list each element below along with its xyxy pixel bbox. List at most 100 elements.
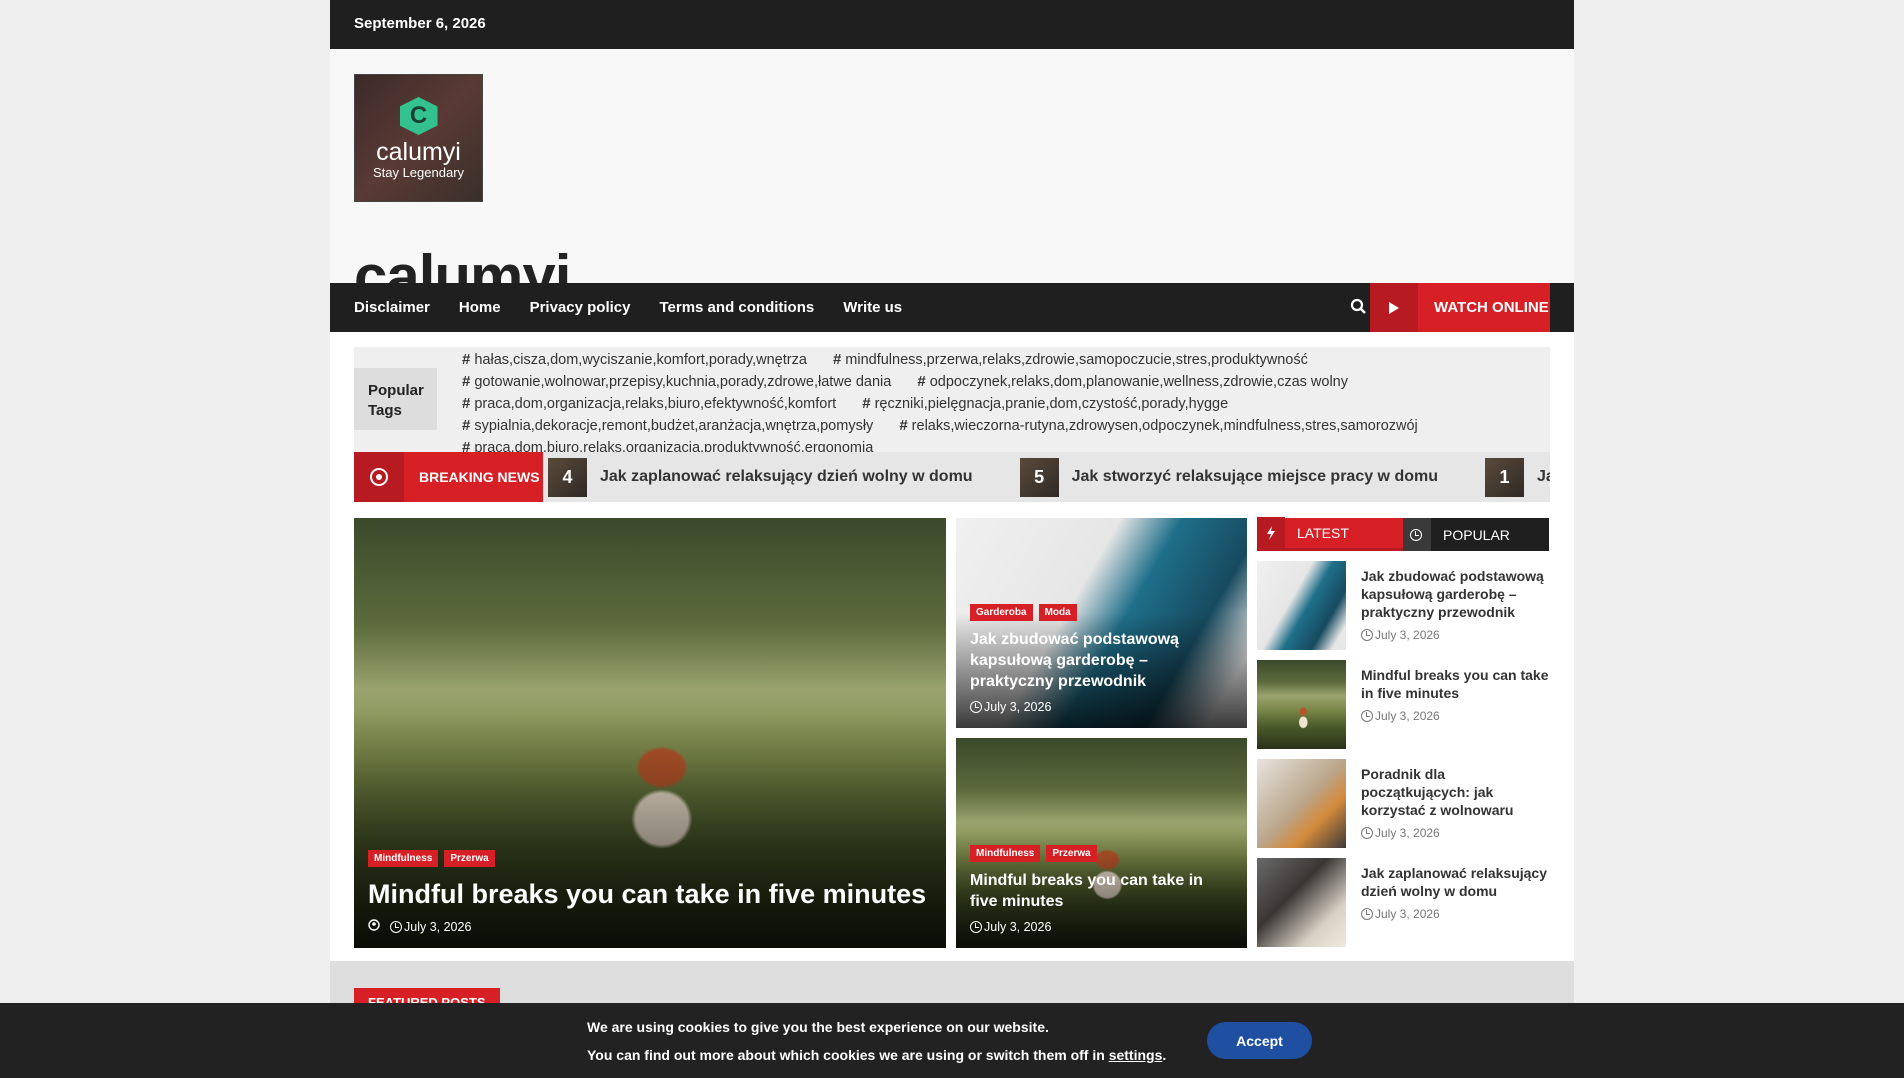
post-date: July 3, 2026 xyxy=(1361,907,1549,921)
tag-link[interactable]: # praca,dom,organizacja,relaks,biuro,efek… xyxy=(462,395,836,412)
nav-item-write-us[interactable]: Write us xyxy=(843,299,902,316)
site-logo[interactable]: C calumyi Stay Legendary xyxy=(354,74,483,202)
hash-icon: # xyxy=(832,351,842,368)
post-thumbnail[interactable] xyxy=(1257,660,1346,749)
post-date: July 3, 2026 xyxy=(970,920,1051,934)
accept-cookies-button[interactable]: Accept xyxy=(1207,1022,1312,1059)
post-thumbnail[interactable] xyxy=(1257,561,1346,650)
search-icon[interactable] xyxy=(1349,297,1369,317)
category-badge[interactable]: Przerwa xyxy=(444,850,495,867)
hash-icon: # xyxy=(917,373,926,390)
tag-link[interactable]: # relaks,wieczorna-rutyna,zdrowysen,odpoc… xyxy=(899,417,1417,434)
clock-icon xyxy=(1403,518,1431,551)
nav-item-terms[interactable]: Terms and conditions xyxy=(659,299,814,316)
hash-icon: # xyxy=(899,417,908,434)
current-date: September 6, 2026 xyxy=(354,15,486,32)
post-date: July 3, 2026 xyxy=(390,920,471,934)
tag-link[interactable]: # mindfulness,przerwa,relaks,zdrowie,samo… xyxy=(832,351,1308,368)
watch-online-label: WATCH ONLINE xyxy=(1434,299,1549,316)
hash-icon: # xyxy=(462,395,471,412)
post-thumbnail[interactable] xyxy=(1257,858,1346,947)
category-badge[interactable]: Mindfulness xyxy=(970,845,1041,862)
page-container: September 6, 2026 C calumyi Stay Legenda… xyxy=(330,0,1574,1021)
post-date: July 3, 2026 xyxy=(970,700,1051,714)
sidebar-post-title[interactable]: Poradnik dla początkujących: jak korzyst… xyxy=(1361,765,1549,819)
author-icon[interactable] xyxy=(368,919,380,934)
main-nav: Disclaimer Home Privacy policy Terms and… xyxy=(330,283,1574,332)
category-badge[interactable]: Moda xyxy=(1038,604,1077,621)
breaking-news-label: BREAKING NEWS xyxy=(354,452,543,502)
post-thumbnail[interactable] xyxy=(1257,759,1346,848)
sidebar-post-title[interactable]: Mindful breaks you can take in five minu… xyxy=(1361,666,1549,702)
sidebar-widget: LATEST POPULAR Jak zbudować podstawową k… xyxy=(1257,516,1549,948)
tab-popular[interactable]: POPULAR xyxy=(1403,518,1549,551)
sidebar-post[interactable]: Jak zaplanować relaksujący dzień wolny w… xyxy=(1257,858,1549,947)
sidebar-post-title[interactable]: Jak zbudować podstawową kapsułową garder… xyxy=(1361,567,1549,621)
category-badge[interactable]: Mindfulness xyxy=(368,850,439,867)
sidebar-post[interactable]: Mindful breaks you can take in five minu… xyxy=(1257,660,1549,749)
logo-name: calumyi xyxy=(376,138,461,166)
logo-hexagon-icon: C xyxy=(399,97,438,135)
record-icon xyxy=(354,452,404,502)
tag-link[interactable]: # odpoczynek,relaks,dom,planowanie,wellne… xyxy=(917,373,1348,390)
breaking-item[interactable]: 5 Jak stworzyć relaksujące miejsce pracy… xyxy=(1019,457,1438,497)
clock-icon xyxy=(1361,908,1373,920)
hero-post[interactable]: Mindfulness Przerwa Mindful breaks you c… xyxy=(354,518,946,948)
breaking-thumb: 1 xyxy=(1485,457,1524,497)
tags-list: # hałas,cisza,dom,wyciszanie,komfort,pora… xyxy=(462,349,1540,459)
logo-tagline: Stay Legendary xyxy=(372,165,465,180)
breaking-item[interactable]: 4 Jak zaplanować relaksujący dzień wolny… xyxy=(548,457,973,497)
top-bar: September 6, 2026 xyxy=(330,0,1574,49)
mid-post[interactable]: Mindfulness Przerwa Mindful breaks you c… xyxy=(956,738,1247,948)
mid-post-title[interactable]: Jak zbudować podstawową kapsułową garder… xyxy=(970,629,1233,692)
post-date: July 3, 2026 xyxy=(1361,628,1549,642)
hash-icon: # xyxy=(862,395,871,412)
nav-menu: Disclaimer Home Privacy policy Terms and… xyxy=(330,299,931,316)
clock-icon xyxy=(1361,710,1373,722)
hash-icon: # xyxy=(462,417,471,434)
tab-latest[interactable]: LATEST xyxy=(1257,516,1403,551)
sidebar-post[interactable]: Jak zbudować podstawową kapsułową garder… xyxy=(1257,561,1549,650)
breaking-title: Jak zbudo xyxy=(1537,468,1550,485)
clock-icon xyxy=(970,701,982,713)
category-badge[interactable]: Przerwa xyxy=(1046,845,1097,862)
category-badge[interactable]: Garderoba xyxy=(970,604,1033,621)
nav-item-privacy-policy[interactable]: Privacy policy xyxy=(530,299,631,316)
breaking-thumb: 4 xyxy=(548,457,587,497)
hero-caption: Mindfulness Przerwa Mindful breaks you c… xyxy=(368,850,932,934)
hash-icon: # xyxy=(462,351,471,368)
clock-icon xyxy=(1361,629,1373,641)
post-grid: Mindfulness Przerwa Mindful breaks you c… xyxy=(354,516,1550,948)
site-header: C calumyi Stay Legendary calumyi xyxy=(330,49,1574,309)
nav-item-home[interactable]: Home xyxy=(459,299,501,316)
breaking-news-bar: BREAKING NEWS 4 Jak zaplanować relaksują… xyxy=(354,452,1550,502)
mid-post-title[interactable]: Mindful breaks you can take in five minu… xyxy=(970,870,1233,912)
nav-item-disclaimer[interactable]: Disclaimer xyxy=(354,299,430,316)
clock-icon xyxy=(1361,827,1373,839)
post-date: July 3, 2026 xyxy=(1361,709,1549,723)
watch-online-button[interactable]: WATCH ONLINE xyxy=(1370,283,1550,332)
clock-icon xyxy=(390,920,402,933)
play-icon xyxy=(1370,283,1418,332)
hash-icon: # xyxy=(462,373,471,390)
sidebar-post-title[interactable]: Jak zaplanować relaksujący dzień wolny w… xyxy=(1361,864,1549,900)
mid-post[interactable]: Garderoba Moda Jak zbudować podstawową k… xyxy=(956,518,1247,728)
clock-icon xyxy=(970,921,982,933)
tag-link[interactable]: # sypialnia,dekoracje,remont,budżet,aranż… xyxy=(462,417,873,434)
lightning-icon xyxy=(1257,516,1285,550)
hero-title[interactable]: Mindful breaks you can take in five minu… xyxy=(368,877,932,911)
post-date: July 3, 2026 xyxy=(1361,826,1549,840)
breaking-title: Jak stworzyć relaksujące miejsce pracy w… xyxy=(1071,468,1438,485)
sidebar-post[interactable]: Poradnik dla początkujących: jak korzyst… xyxy=(1257,759,1549,848)
breaking-thumb: 5 xyxy=(1019,457,1059,497)
cookie-banner: We are using cookies to give you the bes… xyxy=(0,1003,1904,1078)
tag-link[interactable]: # ręczniki,pielęgnacja,pranie,dom,czystoś… xyxy=(862,395,1228,412)
tag-link[interactable]: # gotowanie,wolnowar,przepisy,kuchnia,por… xyxy=(462,373,891,390)
breaking-title: Jak zaplanować relaksujący dzień wolny w… xyxy=(600,468,973,485)
tag-link[interactable]: # hałas,cisza,dom,wyciszanie,komfort,pora… xyxy=(462,351,807,368)
cookie-settings-link[interactable]: settings xyxy=(1109,1047,1163,1063)
sidebar-tabs: LATEST POPULAR xyxy=(1257,516,1549,551)
breaking-item[interactable]: 1 Jak zbudo xyxy=(1485,457,1550,497)
main-content: Popular Tags # hałas,cisza,dom,wyciszanie… xyxy=(330,332,1574,961)
cookie-message: We are using cookies to give you the bes… xyxy=(587,1019,1167,1063)
